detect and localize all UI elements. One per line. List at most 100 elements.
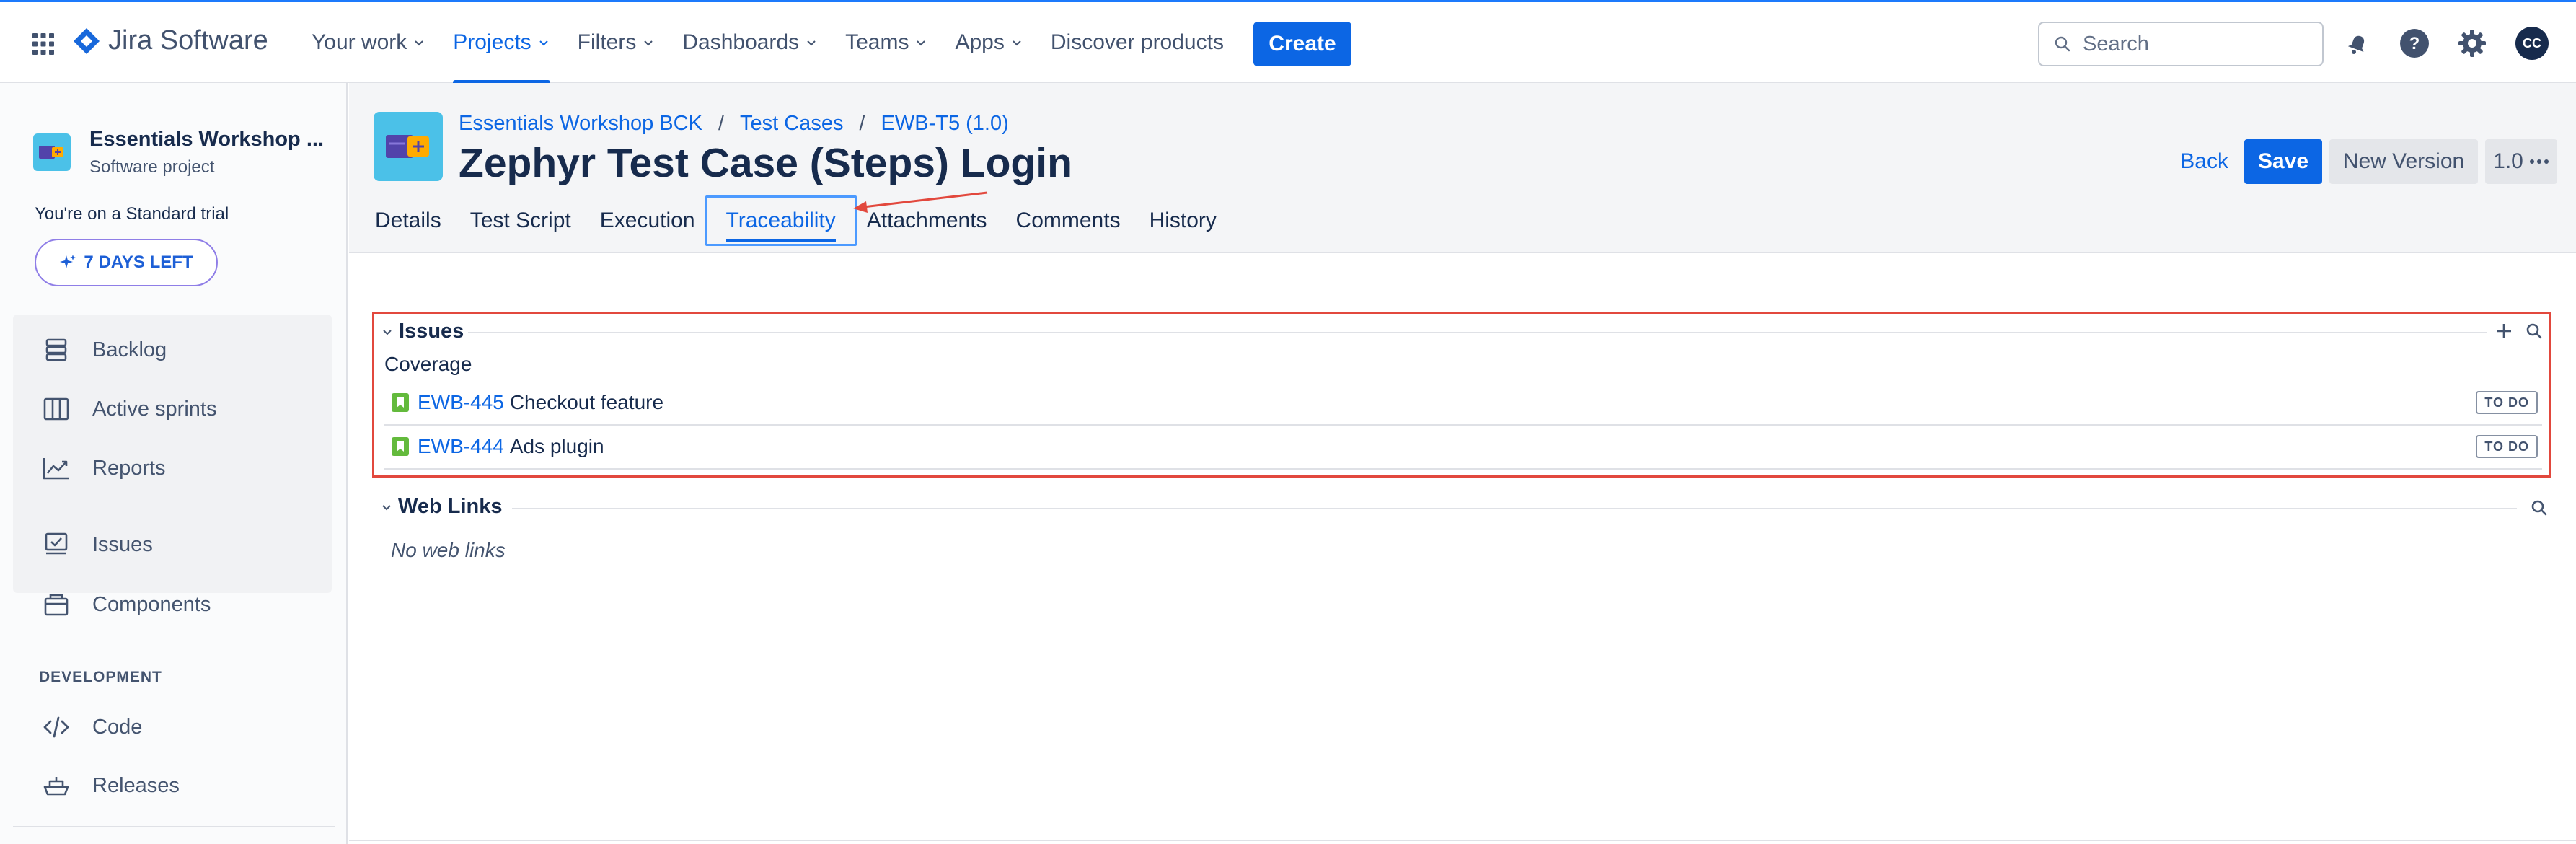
nav-label: Discover products <box>1050 30 1224 54</box>
sidebar-item-reports[interactable]: Reports <box>40 452 166 484</box>
nav-dashboards[interactable]: Dashboards <box>682 2 818 83</box>
sidebar-item-label: Components <box>92 592 211 616</box>
add-icon[interactable] <box>2492 319 2516 343</box>
sidebar-item-releases[interactable]: Releases <box>40 770 180 801</box>
web-links-heading: Web Links <box>398 495 503 518</box>
chevron-down-icon <box>1013 40 1021 46</box>
trial-button-label: 7 DAYS LEFT <box>84 252 193 272</box>
section-divider <box>468 332 2487 333</box>
user-avatar[interactable]: CC <box>2515 27 2549 60</box>
sidebar-item-label: Active sprints <box>92 397 217 421</box>
story-icon <box>392 437 409 456</box>
row-divider <box>384 468 2542 470</box>
test-case-tabs: Details Test Script Execution Traceabili… <box>375 195 1245 246</box>
nav-teams[interactable]: Teams <box>845 2 927 83</box>
nav-filters[interactable]: Filters <box>578 2 656 83</box>
backlog-icon <box>40 334 72 366</box>
version-label: 1.0 <box>2493 149 2523 173</box>
notifications-icon[interactable] <box>2340 27 2373 60</box>
save-button[interactable]: Save <box>2244 139 2322 184</box>
nav-label: Dashboards <box>682 30 800 54</box>
sidebar-item-label: Releases <box>92 773 180 797</box>
project-name: Essentials Workshop ... <box>89 128 325 151</box>
table-row: EWB-445 Checkout feature TO DO <box>384 382 2542 423</box>
tab-test-script[interactable]: Test Script <box>470 195 571 246</box>
nav-apps[interactable]: Apps <box>955 2 1023 83</box>
chevron-down-icon <box>917 40 926 46</box>
tab-details[interactable]: Details <box>375 195 441 246</box>
web-links-section-toggle[interactable]: Web Links <box>381 495 503 519</box>
tab-execution[interactable]: Execution <box>600 195 695 246</box>
nav-label: Your work <box>312 30 407 54</box>
search-icon[interactable] <box>2527 496 2551 520</box>
issue-summary: Checkout feature <box>509 391 664 413</box>
tab-history[interactable]: History <box>1150 195 1217 246</box>
test-case-icon <box>374 112 443 181</box>
nav-label: Filters <box>577 30 637 54</box>
nav-your-work[interactable]: Your work <box>312 2 425 83</box>
coverage-label: Coverage <box>384 353 472 375</box>
search-icon[interactable] <box>2522 319 2546 343</box>
back-link[interactable]: Back <box>2180 149 2228 174</box>
content-bottom-border <box>349 840 2576 841</box>
header-actions: Back Save New Version 1.0 <box>2180 139 2557 184</box>
story-icon <box>392 393 409 412</box>
project-type: Software project <box>89 157 215 177</box>
tab-traceability[interactable]: Traceability <box>705 195 857 246</box>
issue-summary: Ads plugin <box>509 435 604 457</box>
breadcrumb-project[interactable]: Essentials Workshop BCK <box>459 112 702 136</box>
top-navigation: Jira Software Your work Projects Filters… <box>0 0 2576 84</box>
page-title: Zephyr Test Case (Steps) Login <box>459 140 1072 186</box>
sidebar-item-active-sprints[interactable]: Active sprints <box>40 393 216 425</box>
new-version-button[interactable]: New Version <box>2329 139 2478 184</box>
sidebar-item-issues[interactable]: Issues <box>40 529 153 561</box>
jira-logo[interactable]: Jira Software <box>72 25 268 56</box>
search-icon <box>2055 36 2070 52</box>
traceability-panel: Issues Coverage EWB-445 Checkout feature… <box>349 254 2576 844</box>
settings-icon[interactable] <box>2456 27 2489 60</box>
project-header[interactable]: Essentials Workshop ... Software project <box>33 128 324 177</box>
chevron-down-icon <box>644 40 653 46</box>
nav-discover-products[interactable]: Discover products <box>1051 2 1224 83</box>
issue-key-link[interactable]: EWB-444 <box>418 435 504 458</box>
issues-section: Issues Coverage EWB-445 Checkout feature… <box>372 312 2551 478</box>
nav-label: Projects <box>453 30 531 54</box>
no-web-links-text: No web links <box>391 539 506 561</box>
test-case-header: Essentials Workshop BCK / Test Cases / E… <box>349 83 2576 253</box>
status-badge: TO DO <box>2476 435 2538 458</box>
breadcrumb-test-cases[interactable]: Test Cases <box>740 112 843 136</box>
chevron-down-icon <box>382 504 391 510</box>
help-icon[interactable]: ? <box>2398 27 2431 60</box>
sidebar-item-label: Reports <box>92 456 166 480</box>
issues-icon <box>40 529 72 561</box>
reports-icon <box>40 452 72 484</box>
nav-projects[interactable]: Projects <box>453 2 551 84</box>
svg-text:?: ? <box>2409 34 2420 53</box>
issues-section-toggle[interactable]: Issues <box>381 320 464 343</box>
chevron-down-icon <box>539 40 548 46</box>
project-sidebar: Essentials Workshop ... Software project… <box>0 83 348 844</box>
tab-label: Traceability <box>725 208 837 242</box>
sidebar-item-label: Code <box>92 715 143 739</box>
sidebar-item-backlog[interactable]: Backlog <box>40 334 167 366</box>
sidebar-item-code[interactable]: Code <box>40 711 142 743</box>
main-nav: Your work Projects Filters Dashboards Te… <box>312 2 1251 84</box>
sparkle-icon <box>60 255 76 268</box>
search-box[interactable] <box>2038 22 2324 66</box>
trial-days-button[interactable]: 7 DAYS LEFT <box>35 239 218 286</box>
issue-key-link[interactable]: EWB-445 <box>418 391 504 414</box>
app-switcher-icon[interactable] <box>27 28 59 60</box>
version-menu-button[interactable]: 1.0 <box>2485 139 2557 184</box>
sidebar-item-components[interactable]: Components <box>40 589 211 620</box>
nav-label: Apps <box>955 30 1005 54</box>
code-icon <box>40 711 72 743</box>
create-button[interactable]: Create <box>1253 22 1351 66</box>
breadcrumb-test-case-key[interactable]: EWB-T5 (1.0) <box>881 112 1009 136</box>
releases-icon <box>40 770 72 801</box>
tab-comments[interactable]: Comments <box>1016 195 1121 246</box>
sidebar-item-label: Issues <box>92 532 153 556</box>
breadcrumb: Essentials Workshop BCK / Test Cases / E… <box>459 112 1009 136</box>
chevron-down-icon <box>383 329 392 335</box>
search-input[interactable] <box>2083 32 2313 56</box>
sidebar-item-label: Backlog <box>92 338 167 361</box>
